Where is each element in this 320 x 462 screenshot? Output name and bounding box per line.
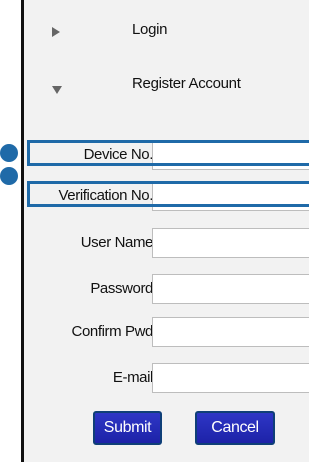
- email-label: E-mail: [112, 369, 154, 386]
- password-input[interactable]: [152, 274, 309, 304]
- form-row-confirm-pwd: Confirm Pwd: [24, 317, 309, 347]
- menu-label-login: Login: [132, 21, 168, 38]
- triangle-right-icon: [52, 27, 60, 37]
- confirm-pwd-label: Confirm Pwd: [71, 323, 154, 340]
- triangle-down-icon: [52, 86, 62, 94]
- submit-button[interactable]: Submit: [93, 411, 162, 445]
- menu-label-register-account: Register Account: [132, 75, 241, 92]
- confirm-pwd-input[interactable]: [152, 317, 309, 347]
- verification-no-highlight: [27, 181, 309, 207]
- verification-no-marker: [0, 167, 18, 185]
- user-name-input[interactable]: [152, 228, 309, 258]
- email-input[interactable]: [152, 363, 309, 393]
- user-name-label: User Name: [80, 234, 154, 251]
- device-no-marker: [0, 144, 18, 162]
- form-row-user-name: User Name: [24, 228, 309, 258]
- form-row-password: Password: [24, 274, 309, 304]
- cancel-button[interactable]: Cancel: [195, 411, 275, 445]
- form-row-email: E-mail: [24, 363, 309, 393]
- menu-item-register-account[interactable]: Register Account: [24, 68, 309, 108]
- password-label: Password: [90, 280, 153, 297]
- register-window: Login Register Account Device No. Verifi…: [0, 0, 309, 462]
- device-no-highlight: [27, 140, 309, 166]
- menu-item-login[interactable]: Login: [24, 12, 309, 52]
